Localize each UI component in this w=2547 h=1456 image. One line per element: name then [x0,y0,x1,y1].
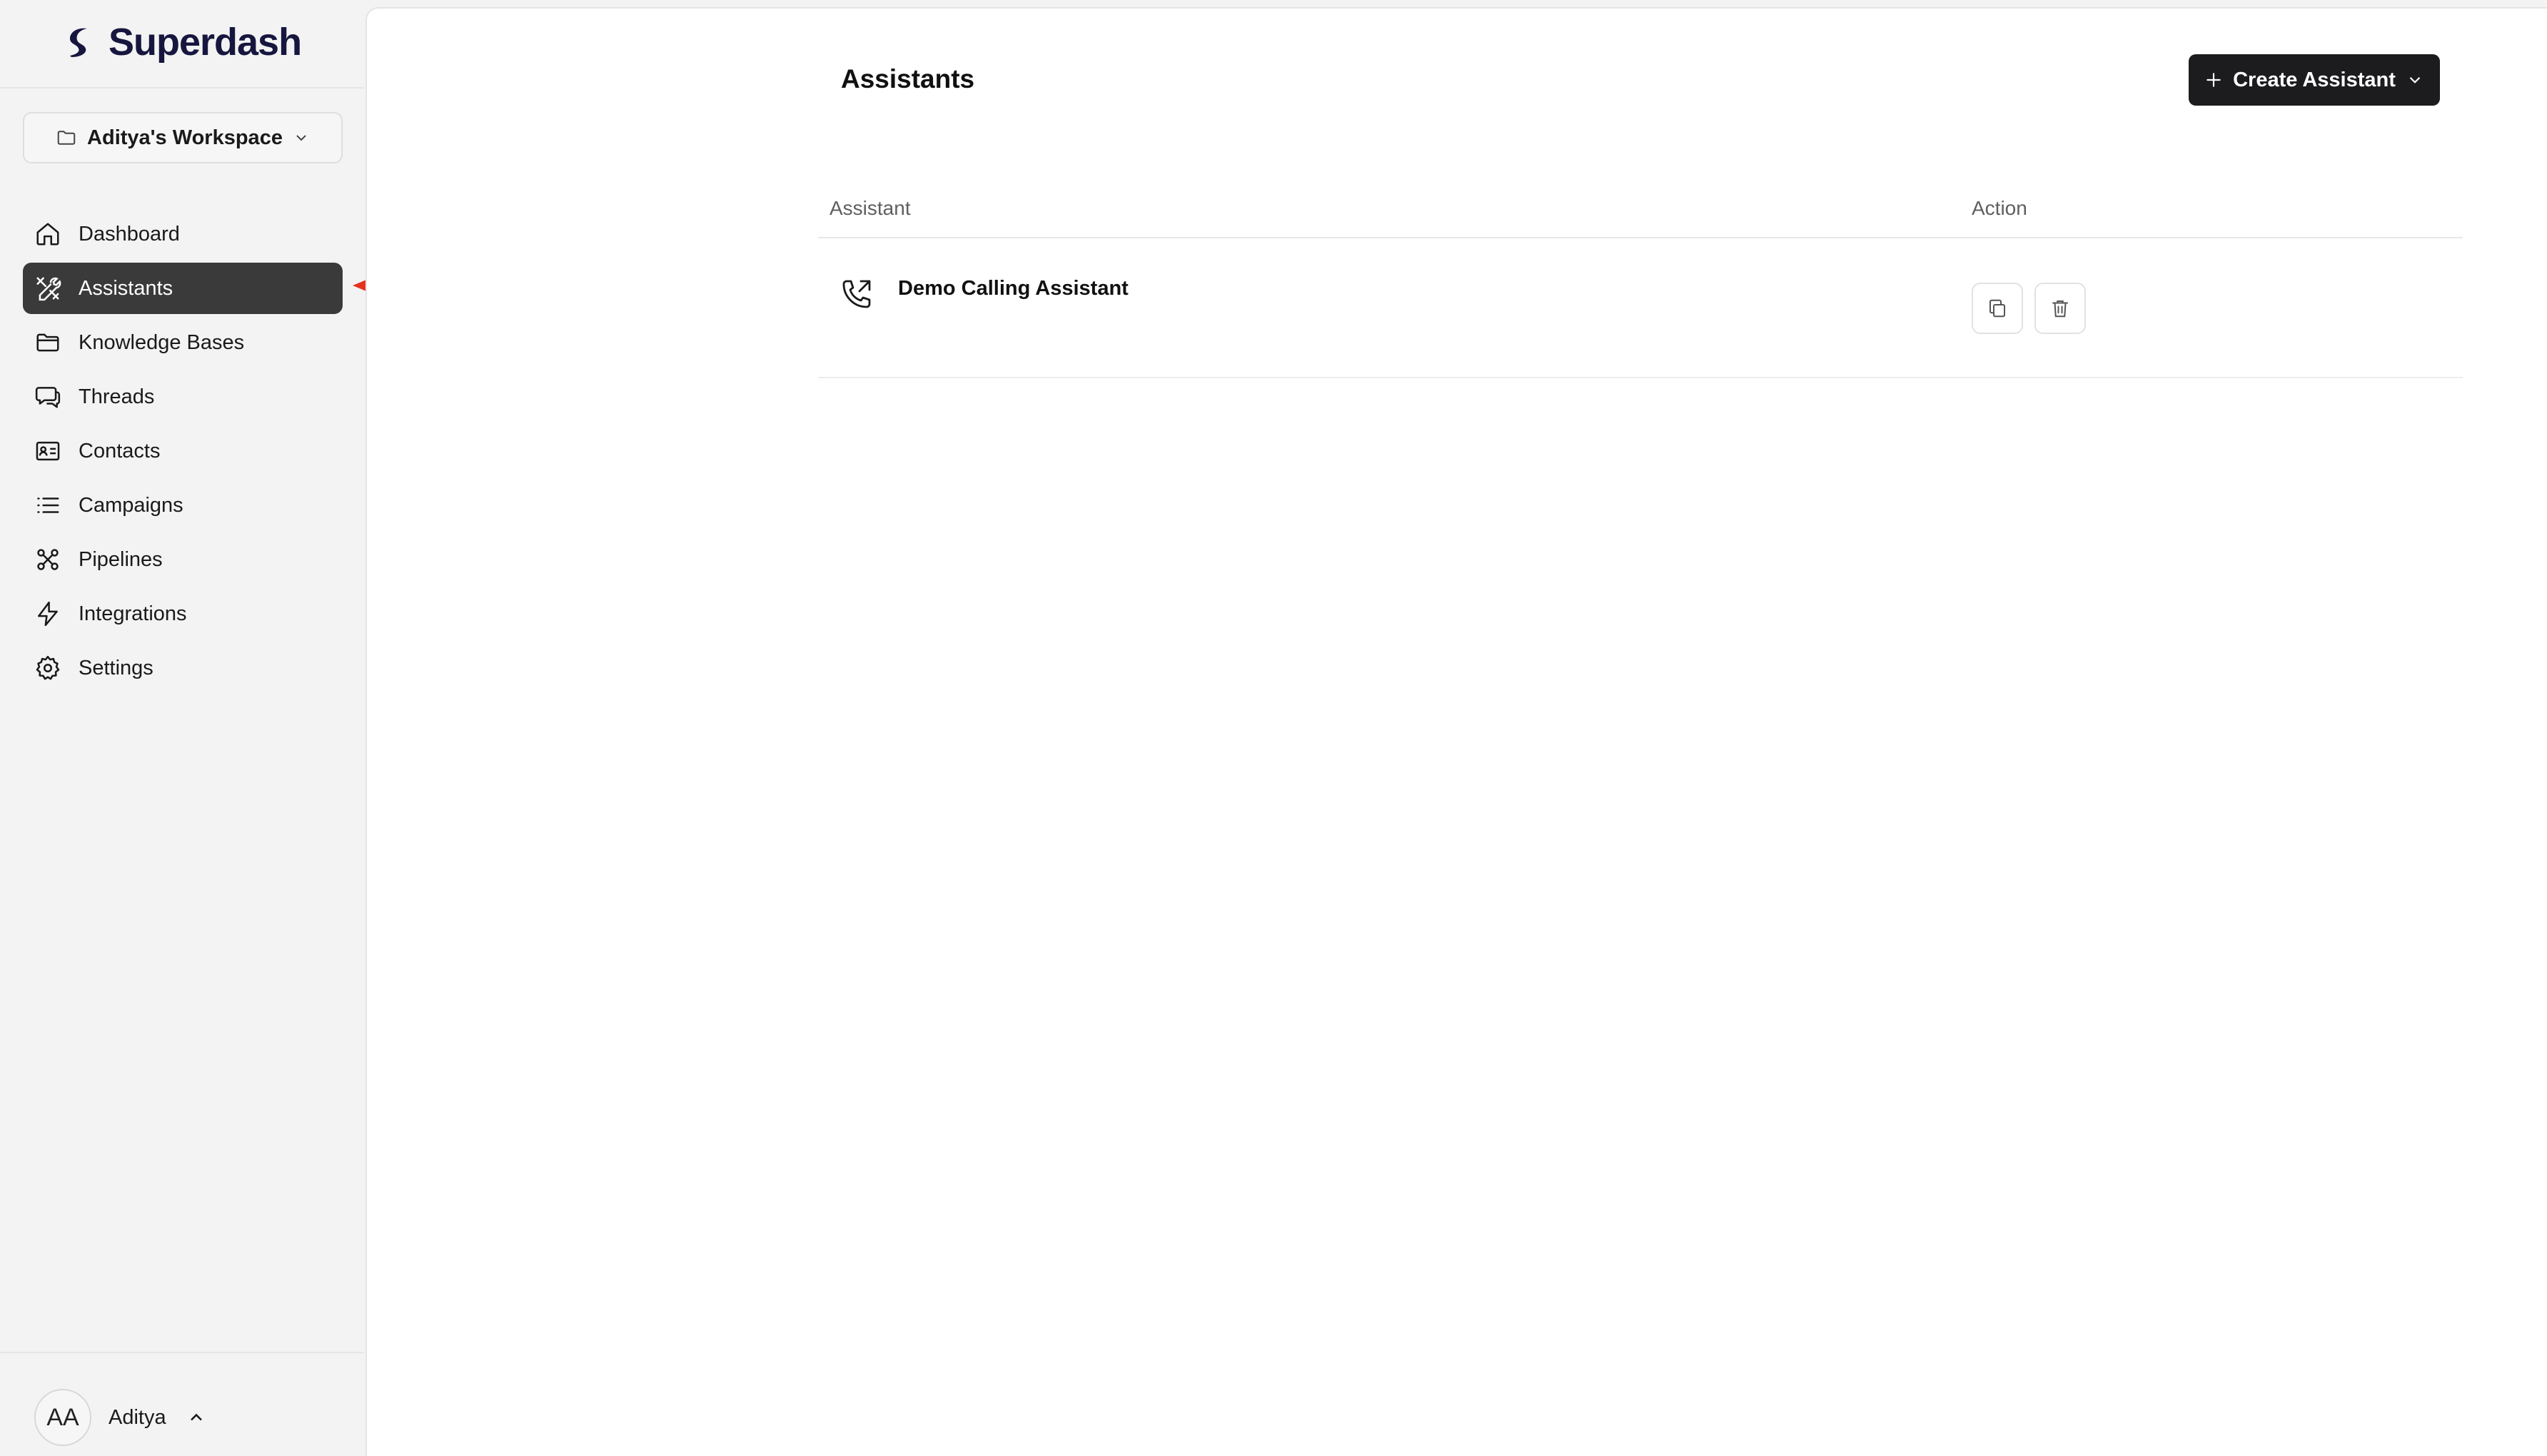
folder-icon [57,131,76,145]
home-icon [36,223,59,246]
sidebar-item-assistants[interactable]: Assistants [23,263,343,314]
main-panel: Assistants Create Assistant Assistant Ac… [365,7,2547,1456]
sidebar-nav: Dashboard Assistants Knowledge Bases Thr… [23,208,343,697]
create-assistant-button[interactable]: Create Assistant [2189,54,2440,106]
list-icon [37,497,59,513]
phone-outgoing-icon [842,280,871,308]
sidebar-item-label: Assistants [79,276,173,300]
copy-button[interactable] [1972,283,2023,334]
user-name: Aditya [109,1405,166,1429]
sidebar-divider [0,1352,364,1353]
sidebar-divider [0,87,364,89]
sidebar-item-label: Knowledge Bases [79,330,245,354]
avatar: AA [34,1389,91,1446]
sidebar-item-label: Threads [79,385,155,408]
delete-button[interactable] [2034,283,2086,334]
sidebar-item-label: Settings [79,656,153,679]
contact-card-icon [36,441,60,461]
superdash-logo-icon [70,28,87,57]
sidebar-item-label: Contacts [79,439,161,462]
sidebar-item-label: Integrations [79,602,187,625]
sidebar-item-label: Campaigns [79,493,183,517]
sidebar-item-label: Pipelines [79,547,163,571]
chat-bubbles-icon [35,387,61,408]
user-menu[interactable]: AA Aditya [34,1389,206,1446]
trash-icon [2052,300,2068,318]
gear-icon [36,655,60,680]
sidebar-item-knowledge-bases[interactable]: Knowledge Bases [23,317,343,368]
column-header-assistant: Assistant [829,197,911,219]
assistants-table: Assistant Action Demo Calling Assistant [818,177,2463,378]
page-title: Assistants [841,64,975,93]
sidebar-item-pipelines[interactable]: Pipelines [23,534,343,585]
brand-logo[interactable]: Superdash [66,17,302,67]
chevron-down-icon [2409,76,2421,84]
tools-icon [36,277,61,301]
sidebar-item-campaigns[interactable]: Campaigns [23,480,343,531]
create-assistant-label: Create Assistant [2233,68,2396,91]
table-header: Assistant Action [818,177,2463,238]
workspace-label: Aditya's Workspace [87,126,283,149]
folder-icon [36,333,59,352]
lightning-icon [38,601,58,627]
copy-icon [1989,299,2005,318]
plus-icon [2206,73,2221,87]
sidebar-item-label: Dashboard [79,222,180,246]
sidebar-item-dashboard[interactable]: Dashboard [23,208,343,260]
workspace-selector[interactable]: Aditya's Workspace [23,112,343,163]
sidebar-item-integrations[interactable]: Integrations [23,588,343,639]
assistant-name: Demo Calling Assistant [898,277,1129,300]
column-header-action: Action [1972,197,2027,219]
pipeline-icon [37,549,59,570]
brand-name: Superdash [109,21,302,64]
chevron-down-icon [296,135,306,141]
sidebar: Superdash Aditya's Workspace Dashboard A… [0,0,364,1456]
sidebar-item-threads[interactable]: Threads [23,371,343,423]
app-root: Superdash Aditya's Workspace Dashboard A… [0,0,2547,1456]
chevron-up-icon [190,1413,202,1421]
table-row[interactable]: Demo Calling Assistant [818,238,2463,378]
sidebar-item-settings[interactable]: Settings [23,642,343,694]
sidebar-item-contacts[interactable]: Contacts [23,425,343,477]
